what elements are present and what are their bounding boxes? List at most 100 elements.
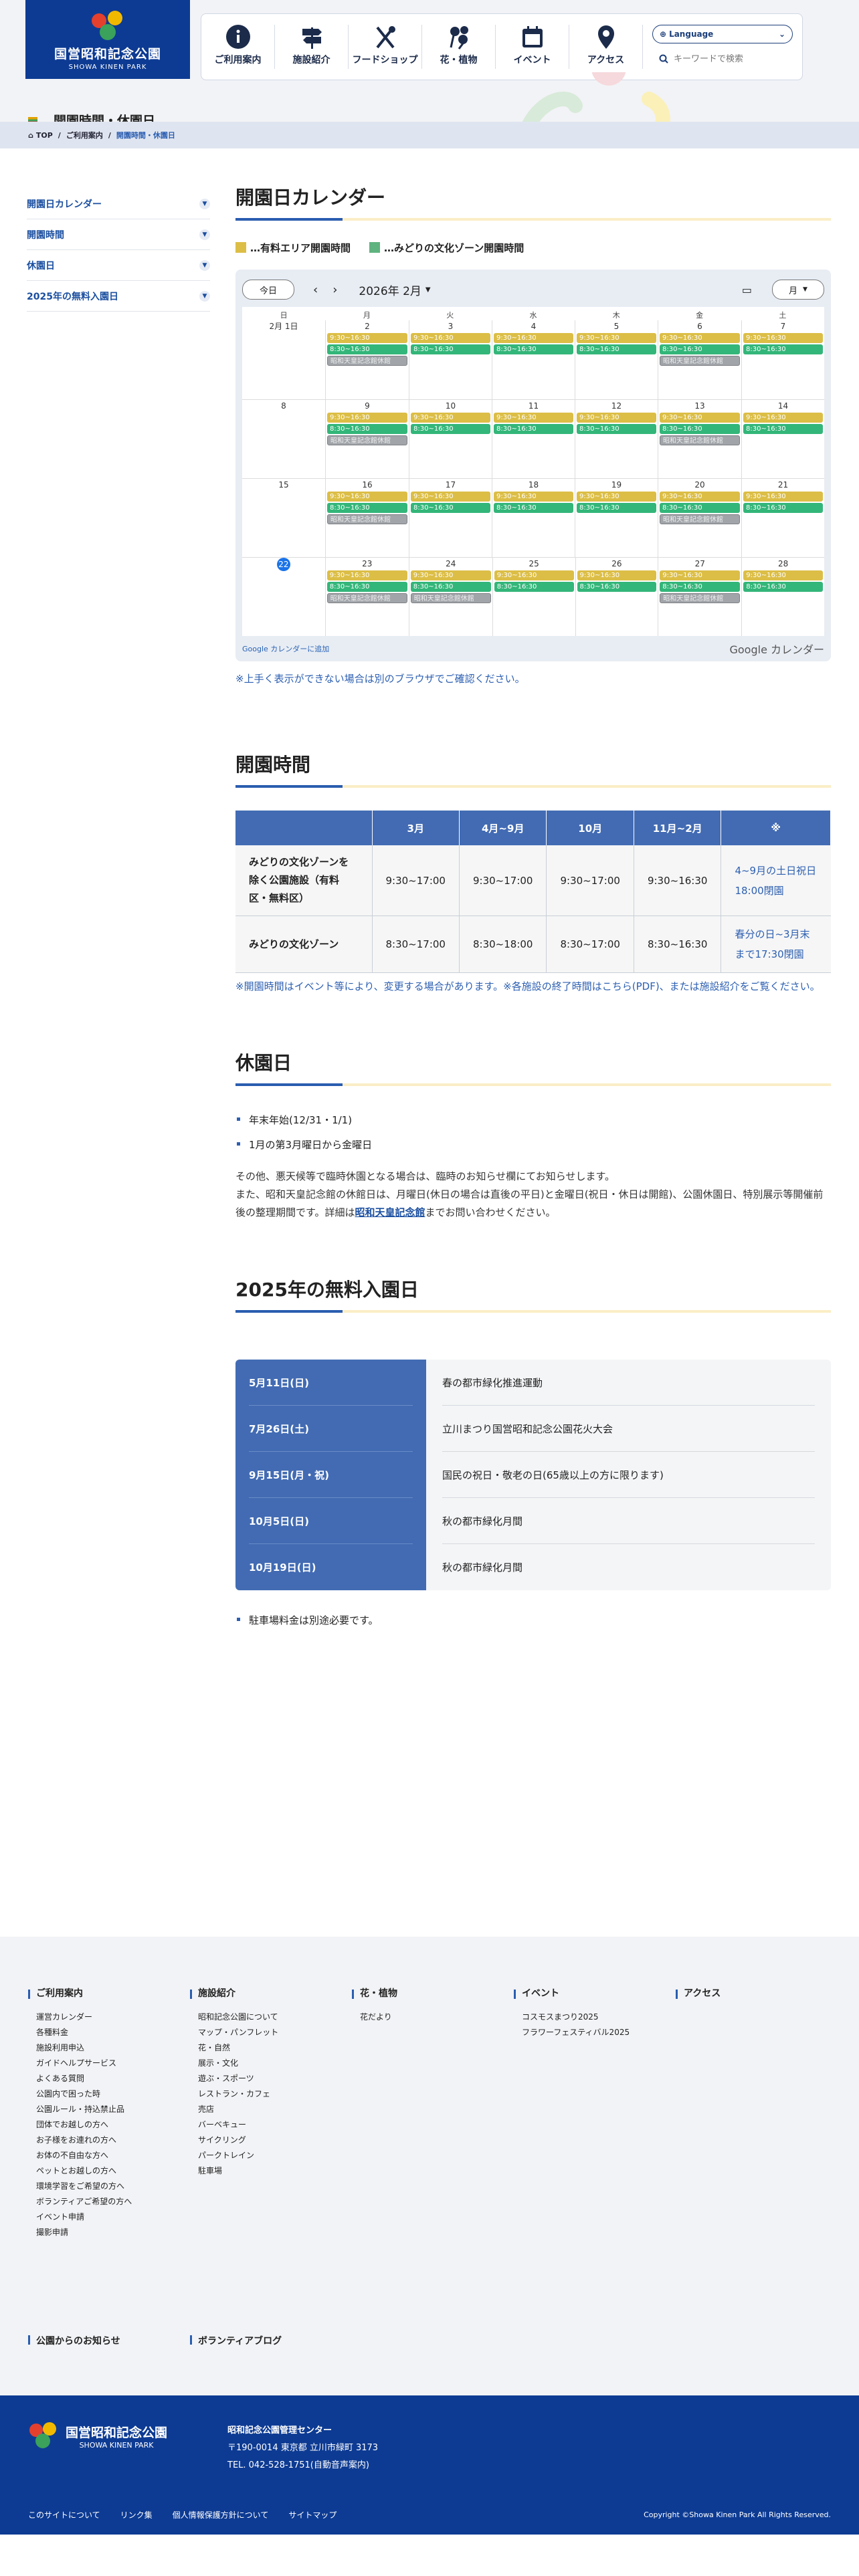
breadcrumb-guide[interactable]: ご利用案内 xyxy=(66,130,103,140)
footer-link[interactable]: レストラン・カフェ xyxy=(198,2088,352,2100)
event-paid-hours[interactable]: 9:30~16:30 xyxy=(411,333,490,343)
view-select[interactable]: 月 ▼ xyxy=(772,280,824,300)
footer-link[interactable]: お子様をお連れの方へ xyxy=(36,2135,190,2146)
sidebar-item-free[interactable]: 2025年の無料入園日 ▼ xyxy=(27,281,210,312)
event-midori-hours[interactable]: 8:30~16:30 xyxy=(660,503,740,513)
footer-link[interactable]: 花だより xyxy=(360,2012,514,2023)
calendar-day[interactable]: 19 9:30~16:30 8:30~16:30 xyxy=(575,479,658,557)
event-paid-hours[interactable]: 9:30~16:30 xyxy=(660,570,741,580)
footer-column-heading[interactable]: アクセス xyxy=(676,1988,721,1999)
sidebar-item-closed[interactable]: 休園日 ▼ xyxy=(27,250,210,281)
footer-link[interactable]: 各種料金 xyxy=(36,2027,190,2038)
footer-logo[interactable]: 国営昭和記念公園 SHOWA KINEN PARK xyxy=(27,2422,167,2450)
event-memorial-closed[interactable]: 昭和天皇記念館休館 xyxy=(660,356,740,366)
event-midori-hours[interactable]: 8:30~16:30 xyxy=(577,344,656,354)
add-to-google-calendar-link[interactable]: Google カレンダーに追加 xyxy=(242,643,329,654)
footer-link[interactable]: よくある質問 xyxy=(36,2073,190,2084)
site-logo[interactable]: 国営昭和記念公園 SHOWA KINEN PARK xyxy=(25,0,190,79)
footer-link[interactable]: フラワーフェスティバル2025 xyxy=(522,2027,676,2038)
calendar-day[interactable]: 25 9:30~16:30 8:30~16:30 xyxy=(492,558,575,636)
footer-link[interactable]: サイクリング xyxy=(198,2135,352,2146)
sidebar-item-calendar[interactable]: 開園日カレンダー ▼ xyxy=(27,189,210,219)
calendar-day[interactable]: 8 xyxy=(242,400,325,478)
footer-link[interactable]: イベント申請 xyxy=(36,2212,190,2223)
event-midori-hours[interactable]: 8:30~16:30 xyxy=(411,503,490,513)
nav-events[interactable]: イベント xyxy=(496,25,569,69)
event-memorial-closed[interactable]: 昭和天皇記念館休館 xyxy=(660,514,740,524)
calendar-day[interactable]: 15 xyxy=(242,479,325,557)
footer-link[interactable]: 売店 xyxy=(198,2104,352,2115)
footer-link[interactable]: 公園ルール・持込禁止品 xyxy=(36,2104,190,2115)
event-paid-hours[interactable]: 9:30~16:30 xyxy=(577,413,656,423)
event-midori-hours[interactable]: 8:30~16:30 xyxy=(743,424,823,434)
calendar-day[interactable]: 5 9:30~16:30 8:30~16:30 xyxy=(575,320,658,399)
calendar-day[interactable]: 2月 1日 xyxy=(242,320,325,399)
footer-link[interactable]: 撮影申請 xyxy=(36,2227,190,2238)
footer-link[interactable]: パークトレイン xyxy=(198,2150,352,2161)
calendar-day[interactable]: 11 9:30~16:30 8:30~16:30 xyxy=(492,400,575,478)
google-calendar-logo[interactable]: Google カレンダー xyxy=(729,641,824,657)
event-midori-hours[interactable]: 8:30~16:30 xyxy=(743,582,823,592)
footer-link[interactable]: 環境学習をご希望の方へ xyxy=(36,2181,190,2192)
footer-link[interactable]: マップ・パンフレット xyxy=(198,2027,352,2038)
footer-link-privacy[interactable]: 個人情報保護方針について xyxy=(173,2509,269,2520)
event-midori-hours[interactable]: 8:30~16:30 xyxy=(743,503,823,513)
event-paid-hours[interactable]: 9:30~16:30 xyxy=(411,492,490,502)
event-paid-hours[interactable]: 9:30~16:30 xyxy=(410,570,491,580)
footer-link[interactable]: 昭和記念公園について xyxy=(198,2012,352,2023)
event-midori-hours[interactable]: 8:30~16:30 xyxy=(411,344,490,354)
event-paid-hours[interactable]: 9:30~16:30 xyxy=(577,333,656,343)
event-midori-hours[interactable]: 8:30~16:30 xyxy=(494,503,573,513)
calendar-day[interactable]: 12 9:30~16:30 8:30~16:30 xyxy=(575,400,658,478)
calendar-day[interactable]: 24 9:30~16:30 8:30~16:30 昭和天皇記念館休館 xyxy=(408,558,492,636)
language-select[interactable]: ⊕ Language ⌄ xyxy=(652,25,793,43)
month-label[interactable]: 2026年 2月 xyxy=(359,282,421,298)
calendar-day[interactable]: 18 9:30~16:30 8:30~16:30 xyxy=(492,479,575,557)
nav-flowers[interactable]: 花・植物 xyxy=(422,25,496,69)
nav-guide[interactable]: ご利用案内 xyxy=(201,25,275,69)
event-midori-hours[interactable]: 8:30~16:30 xyxy=(743,344,823,354)
chevron-right-icon[interactable]: › xyxy=(332,283,337,297)
calendar-day[interactable]: 3 9:30~16:30 8:30~16:30 xyxy=(409,320,492,399)
calendar-day[interactable]: 23 9:30~16:30 8:30~16:30 昭和天皇記念館休館 xyxy=(324,558,409,636)
event-paid-hours[interactable]: 9:30~16:30 xyxy=(494,333,573,343)
footer-link[interactable]: 駐車場 xyxy=(198,2165,352,2177)
footer-link[interactable]: 花・自然 xyxy=(198,2042,352,2054)
today-button[interactable]: 今日 xyxy=(242,280,294,300)
event-midori-hours[interactable]: 8:30~16:30 xyxy=(494,582,574,592)
event-memorial-closed[interactable]: 昭和天皇記念館休館 xyxy=(410,593,491,603)
footer-link[interactable]: 展示・文化 xyxy=(198,2058,352,2069)
sidebar-item-hours[interactable]: 開園時間 ▼ xyxy=(27,219,210,250)
calendar-day[interactable]: 14 9:30~16:30 8:30~16:30 xyxy=(741,400,824,478)
footer-link-sitemap[interactable]: サイトマップ xyxy=(288,2509,337,2520)
calendar-day[interactable]: 27 9:30~16:30 8:30~16:30 昭和天皇記念館休館 xyxy=(658,558,741,636)
footer-news-link[interactable]: 公園からのお知らせ xyxy=(28,2334,190,2347)
event-paid-hours[interactable]: 9:30~16:30 xyxy=(660,333,740,343)
event-memorial-closed[interactable]: 昭和天皇記念館休館 xyxy=(327,356,407,366)
event-midori-hours[interactable]: 8:30~16:30 xyxy=(494,424,573,434)
event-paid-hours[interactable]: 9:30~16:30 xyxy=(411,413,490,423)
search-input[interactable] xyxy=(674,53,774,64)
event-paid-hours[interactable]: 9:30~16:30 xyxy=(660,413,740,423)
caret-down-icon[interactable]: ▼ xyxy=(425,286,431,294)
footer-link[interactable]: ボランティアご希望の方へ xyxy=(36,2196,190,2208)
event-paid-hours[interactable]: 9:30~16:30 xyxy=(743,333,823,343)
calendar-day[interactable]: 9 9:30~16:30 8:30~16:30 昭和天皇記念館休館 xyxy=(325,400,409,478)
event-paid-hours[interactable]: 9:30~16:30 xyxy=(494,570,574,580)
event-paid-hours[interactable]: 9:30~16:30 xyxy=(327,333,407,343)
event-paid-hours[interactable]: 9:30~16:30 xyxy=(577,570,657,580)
event-midori-hours[interactable]: 8:30~16:30 xyxy=(577,424,656,434)
event-midori-hours[interactable]: 8:30~16:30 xyxy=(410,582,491,592)
event-memorial-closed[interactable]: 昭和天皇記念館休館 xyxy=(326,593,407,603)
event-paid-hours[interactable]: 9:30~16:30 xyxy=(743,492,823,502)
footer-column-heading[interactable]: ご利用案内 xyxy=(28,1988,83,1999)
calendar-day[interactable]: 21 9:30~16:30 8:30~16:30 xyxy=(741,479,824,557)
footer-link[interactable]: バーベキュー xyxy=(198,2119,352,2131)
event-memorial-closed[interactable]: 昭和天皇記念館休館 xyxy=(327,514,407,524)
footer-link[interactable]: 施設利用申込 xyxy=(36,2042,190,2054)
event-midori-hours[interactable]: 8:30~16:30 xyxy=(327,424,407,434)
event-paid-hours[interactable]: 9:30~16:30 xyxy=(743,413,823,423)
breadcrumb-top[interactable]: TOP xyxy=(36,131,53,140)
event-paid-hours[interactable]: 9:30~16:30 xyxy=(494,413,573,423)
event-midori-hours[interactable]: 8:30~16:30 xyxy=(326,582,407,592)
